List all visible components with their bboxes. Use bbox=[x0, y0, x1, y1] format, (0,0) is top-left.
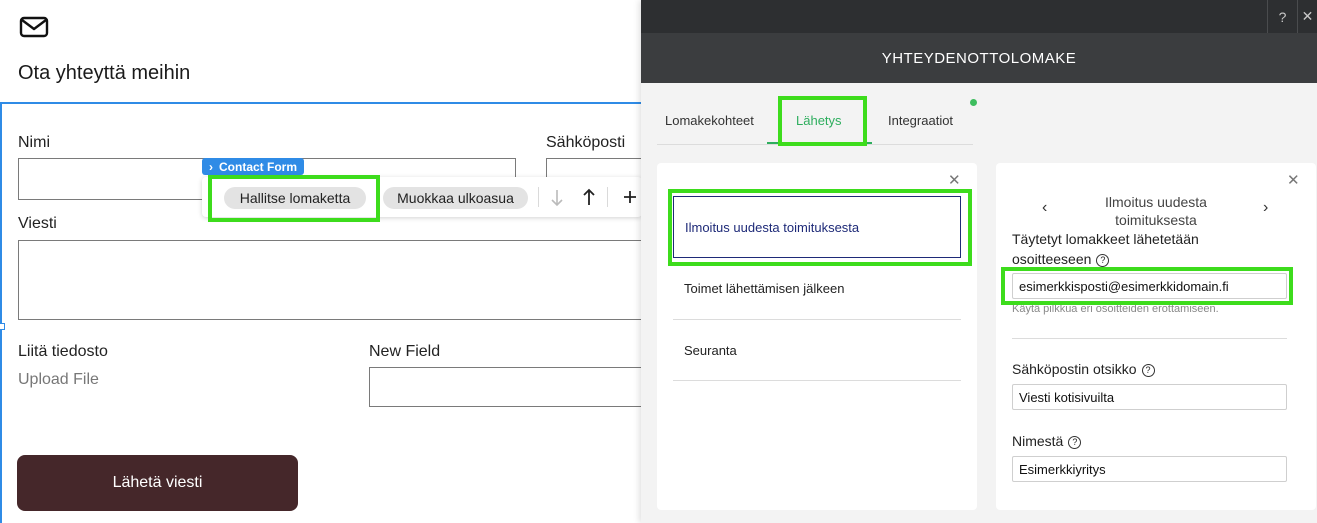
message-label: Viesti bbox=[18, 215, 57, 232]
new-field-label: New Field bbox=[369, 343, 441, 360]
subject-input[interactable]: Viesti kotisivuilta bbox=[1012, 384, 1287, 410]
contact-form[interactable]: Nimi Sähköposti Viesti Liitä tiedosto Up… bbox=[0, 102, 644, 523]
plus-icon[interactable] bbox=[623, 190, 637, 204]
mail-icon bbox=[19, 16, 49, 38]
tab-form-items[interactable]: Lomakekohteet bbox=[665, 113, 754, 128]
arrow-down-icon[interactable] bbox=[550, 189, 564, 207]
chevron-right-icon[interactable]: › bbox=[1263, 199, 1268, 217]
list-item-tracking[interactable]: Seuranta bbox=[673, 320, 961, 380]
panel-topbar: ? ✕ bbox=[641, 0, 1317, 33]
detail-title: Ilmoitus uudesta toimituksesta bbox=[1105, 194, 1207, 228]
section-divider bbox=[1012, 338, 1287, 339]
close-icon[interactable]: ✕ bbox=[1297, 0, 1317, 33]
from-label-text: Nimestä bbox=[1012, 433, 1064, 449]
recipients-label: Täytetyt lomakkeet lähetetään osoitteese… bbox=[1012, 229, 1252, 269]
editor-stage: Ota yhteyttä meihin Nimi Sähköposti Vies… bbox=[0, 0, 1317, 523]
email-label: Sähköposti bbox=[546, 134, 626, 151]
submission-list-card: ✕ Ilmoitus uudesta toimituksesta Toimet … bbox=[657, 163, 977, 510]
message-textarea[interactable] bbox=[18, 240, 644, 320]
active-tab-underline bbox=[767, 142, 872, 144]
contact-heading: Ota yhteyttä meihin bbox=[18, 62, 191, 84]
edit-design-button[interactable]: Muokkaa ulkoasua bbox=[383, 187, 528, 209]
attach-label: Liitä tiedosto bbox=[18, 343, 108, 360]
close-icon[interactable]: ✕ bbox=[948, 171, 961, 189]
panel-title: YHTEYDENOTTOLOMAKE bbox=[641, 33, 1317, 83]
recipients-hint: Käytä pilkkua eri osoitteiden erottamise… bbox=[1012, 303, 1219, 315]
toolbar-divider bbox=[607, 187, 608, 207]
manage-form-button[interactable]: Hallitse lomaketta bbox=[224, 187, 366, 209]
subject-label-text: Sähköpostin otsikko bbox=[1012, 361, 1137, 377]
tab-integrations[interactable]: Integraatiot bbox=[888, 113, 953, 128]
from-label: Nimestä? bbox=[1012, 431, 1082, 451]
toolbar-divider bbox=[538, 187, 539, 207]
new-field-input[interactable] bbox=[369, 367, 644, 407]
help-icon[interactable]: ? bbox=[1068, 435, 1082, 449]
element-toolbar: Hallitse lomaketta Muokkaa ulkoasua bbox=[202, 177, 642, 217]
help-icon[interactable]: ? bbox=[1141, 363, 1155, 377]
recipients-input[interactable]: esimerkkisposti@esimerkkidomain.fi bbox=[1012, 273, 1287, 299]
contact-form-panel: ? ✕ YHTEYDENOTTOLOMAKE Lomakekohteet Läh… bbox=[641, 0, 1317, 523]
submit-button[interactable]: Lähetä viesti bbox=[17, 455, 298, 511]
list-item-after-submit-actions[interactable]: Toimet lähettämisen jälkeen bbox=[673, 258, 961, 318]
tab-submission[interactable]: Lähetys bbox=[796, 113, 842, 128]
help-icon[interactable]: ? bbox=[1096, 253, 1110, 267]
from-input[interactable]: Esimerkkiyritys bbox=[1012, 456, 1287, 482]
list-item-new-submission-notification[interactable]: Ilmoitus uudesta toimituksesta bbox=[673, 196, 961, 258]
tabs-divider bbox=[657, 144, 973, 145]
upload-file-link[interactable]: Upload File bbox=[18, 371, 99, 389]
close-icon[interactable]: ✕ bbox=[1287, 171, 1300, 189]
list-divider bbox=[673, 380, 961, 381]
element-tag[interactable]: › Contact Form bbox=[202, 158, 304, 175]
element-tag-label: Contact Form bbox=[219, 159, 297, 174]
help-button[interactable]: ? bbox=[1267, 0, 1297, 33]
status-dot bbox=[970, 99, 977, 106]
name-label: Nimi bbox=[18, 134, 50, 151]
chevron-right-icon: › bbox=[209, 159, 213, 174]
resize-handle[interactable] bbox=[0, 323, 5, 330]
chevron-left-icon[interactable]: ‹ bbox=[1042, 199, 1047, 217]
subject-label: Sähköpostin otsikko? bbox=[1012, 359, 1155, 379]
notification-settings-card: ✕ ‹ Ilmoitus uudesta toimituksesta › Täy… bbox=[996, 163, 1316, 510]
arrow-up-icon[interactable] bbox=[582, 188, 596, 206]
